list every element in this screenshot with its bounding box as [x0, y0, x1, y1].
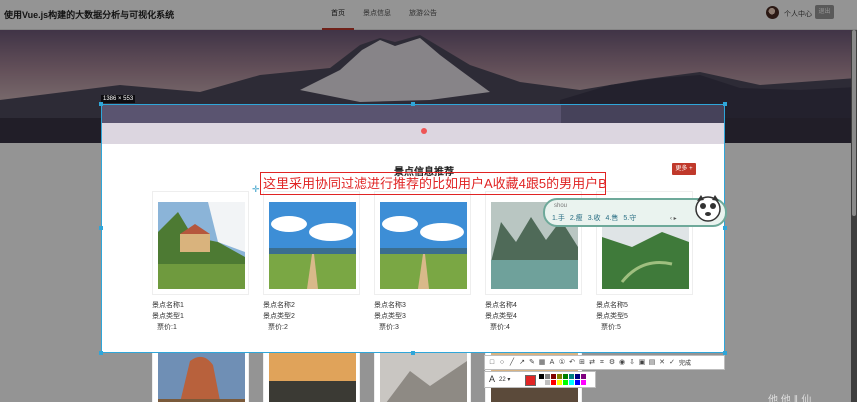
palette-color-swatch[interactable]: [539, 374, 544, 379]
attraction-type: 景点类型5: [596, 313, 628, 320]
attraction-name[interactable]: 景点名称1: [152, 300, 184, 310]
share-icon[interactable]: ▤: [648, 359, 656, 367]
color-palette: [539, 374, 586, 385]
carousel-indicator[interactable]: [421, 128, 427, 134]
attraction-photo: [269, 351, 356, 402]
download-icon[interactable]: ⇩: [628, 359, 636, 367]
ime-candidate-window[interactable]: shou 1.手 2.瘦 3.收 4.售 5.守 ‹ ▸: [543, 195, 727, 227]
ocr-icon[interactable]: ⌗: [598, 359, 606, 367]
attraction-photo: [158, 351, 245, 402]
resize-handle[interactable]: [723, 102, 727, 106]
pin-icon[interactable]: ⊞: [578, 359, 586, 367]
palette-color-swatch[interactable]: [563, 380, 568, 385]
line-tool-icon[interactable]: ╱: [508, 359, 516, 367]
ime-candidate[interactable]: 3.收: [588, 213, 601, 223]
move-cursor-icon: ✛: [252, 184, 260, 194]
attraction-name[interactable]: 景点名称5: [596, 300, 628, 310]
hero-banner-crop: [102, 105, 724, 144]
ime-candidate[interactable]: 2.瘦: [570, 213, 583, 223]
ime-mascot-icon: [695, 195, 721, 222]
attraction-type: 景点类型2: [263, 313, 295, 320]
attraction-price: 票价:3: [379, 324, 399, 331]
attraction-card[interactable]: [263, 191, 360, 295]
rectangle-tool-icon[interactable]: □: [488, 359, 496, 367]
ime-candidate[interactable]: 1.手: [552, 213, 565, 223]
attraction-card[interactable]: [152, 191, 249, 295]
translate-icon[interactable]: ⇄: [588, 359, 596, 367]
pen-tool-icon[interactable]: ✎: [528, 359, 536, 367]
attraction-price: 票价:4: [490, 324, 510, 331]
more-button[interactable]: 更多 +: [672, 163, 696, 175]
palette-color-swatch[interactable]: [551, 380, 556, 385]
palette-color-swatch[interactable]: [563, 374, 568, 379]
attraction-price: 票价:2: [268, 324, 288, 331]
text-style-bar: A 22 ▾: [484, 371, 596, 388]
ime-candidate[interactable]: 4.售: [606, 213, 619, 223]
palette-color-swatch[interactable]: [557, 374, 562, 379]
done-button[interactable]: 完成: [679, 358, 691, 367]
resize-handle[interactable]: [99, 226, 103, 230]
record-icon[interactable]: ◉: [618, 359, 626, 367]
number-tool-icon[interactable]: ①: [558, 359, 566, 367]
font-size-value: 22: [499, 377, 506, 383]
scan-icon[interactable]: ⚙: [608, 359, 616, 367]
resize-handle[interactable]: [99, 351, 103, 355]
ime-candidate[interactable]: 5.守: [623, 213, 636, 223]
palette-color-swatch[interactable]: [539, 380, 544, 385]
attraction-type: 景点类型3: [374, 313, 406, 320]
ime-candidates: 1.手 2.瘦 3.收 4.售 5.守: [552, 213, 636, 223]
resize-handle[interactable]: [411, 102, 415, 106]
attraction-photo: [158, 202, 245, 289]
attraction-photo: [269, 202, 356, 289]
attraction-name[interactable]: 景点名称3: [374, 300, 406, 310]
palette-color-swatch[interactable]: [581, 380, 586, 385]
font-icon: A: [489, 374, 496, 384]
text-tool-icon[interactable]: A: [548, 359, 556, 367]
resize-handle[interactable]: [99, 102, 103, 106]
ime-input: shou: [554, 203, 568, 209]
attraction-type: 景点类型1: [152, 313, 184, 320]
annotation-textbox[interactable]: 这里采用协同过滤进行推荐的比如用户A收藏4跟5的男用户B: [260, 172, 607, 195]
confirm-icon[interactable]: ✓: [668, 359, 676, 367]
palette-color-swatch[interactable]: [569, 374, 574, 379]
undo-icon[interactable]: ↶: [568, 359, 576, 367]
font-size-select[interactable]: 22 ▾: [499, 376, 510, 383]
attraction-price: 票价:5: [601, 324, 621, 331]
watermark: 他 他 ∥ 仙: [768, 395, 812, 402]
save-icon[interactable]: ▣: [638, 359, 646, 367]
palette-color-swatch[interactable]: [575, 374, 580, 379]
palette-color-swatch[interactable]: [581, 374, 586, 379]
palette-color-swatch[interactable]: [569, 380, 574, 385]
attraction-photo: [380, 351, 467, 402]
close-icon[interactable]: ✕: [658, 359, 666, 367]
palette-color-swatch[interactable]: [575, 380, 580, 385]
screenshot-toolbar: □ ○ ╱ ↗ ✎ ▦ A ① ↶ ⊞ ⇄ ⌗ ⚙ ◉ ⇩ ▣ ▤ ✕ ✓ 完成: [484, 355, 725, 370]
resize-handle[interactable]: [411, 351, 415, 355]
selection-size-label: 1386 × 553: [101, 95, 136, 103]
arrow-tool-icon[interactable]: ↗: [518, 359, 526, 367]
attraction-card[interactable]: [374, 191, 471, 295]
palette-color-swatch[interactable]: [545, 374, 550, 379]
attraction-price: 票价:1: [157, 324, 177, 331]
attraction-name[interactable]: 景点名称2: [263, 300, 295, 310]
scrollbar-thumb[interactable]: [852, 30, 856, 216]
ime-pager[interactable]: ‹ ▸: [670, 215, 677, 222]
palette-color-swatch[interactable]: [551, 374, 556, 379]
palette-color-swatch[interactable]: [545, 380, 550, 385]
attraction-type: 景点类型4: [485, 313, 517, 320]
palette-color-swatch[interactable]: [557, 380, 562, 385]
attraction-name[interactable]: 景点名称4: [485, 300, 517, 310]
current-color-swatch[interactable]: [525, 375, 536, 386]
attraction-photo: [380, 202, 467, 289]
ellipse-tool-icon[interactable]: ○: [498, 359, 506, 367]
mosaic-tool-icon[interactable]: ▦: [538, 359, 546, 367]
resize-handle[interactable]: [723, 226, 727, 230]
